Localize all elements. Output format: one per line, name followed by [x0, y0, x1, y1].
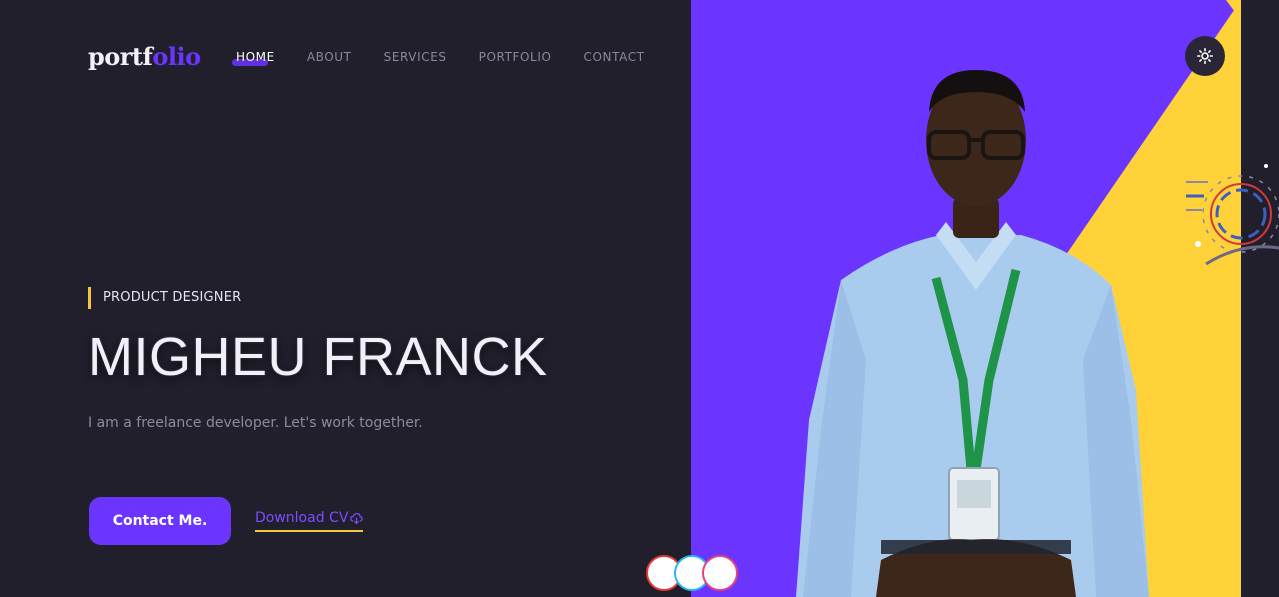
nav-about[interactable]: ABOUT	[307, 50, 352, 64]
nav-services-label: SERVICES	[383, 50, 447, 64]
nav-home-label: HOME	[236, 50, 275, 64]
decorative-graphic	[1186, 164, 1279, 266]
logo[interactable]: portfolio	[88, 42, 201, 71]
right-edge-strip	[1241, 0, 1279, 597]
download-cv-link[interactable]: Download CV	[255, 510, 364, 532]
hero-name: MIGHEU FRANCK	[88, 327, 548, 387]
nav-contact[interactable]: CONTACT	[584, 50, 645, 64]
cloud-download-icon	[350, 512, 364, 524]
nav-portfolio-label: PORTFOLIO	[478, 50, 552, 64]
logo-text-start: portf	[88, 42, 153, 71]
contact-me-button[interactable]: Contact Me.	[89, 497, 231, 545]
hero-tagline: I am a freelance developer. Let's work t…	[88, 415, 423, 431]
nav-contact-label: CONTACT	[583, 50, 645, 64]
sun-icon	[1197, 48, 1213, 64]
nav-about-label: ABOUT	[306, 50, 352, 64]
main-nav: HOME ABOUT SERVICES PORTFOLIO CONTACT	[232, 50, 677, 66]
logo-text-end: olio	[152, 42, 201, 71]
nav-home[interactable]: HOME	[232, 50, 275, 66]
circle-pink	[702, 555, 738, 591]
theme-toggle-button[interactable]	[1185, 36, 1225, 76]
hero-image-panel	[691, 0, 1241, 597]
portrait-image	[691, 0, 1241, 597]
nav-services[interactable]: SERVICES	[384, 50, 447, 64]
nav-portfolio[interactable]: PORTFOLIO	[479, 50, 552, 64]
overlap-circles	[644, 555, 740, 595]
download-cv-label: Download CV	[255, 510, 349, 526]
role-label: PRODUCT DESIGNER	[88, 287, 241, 309]
